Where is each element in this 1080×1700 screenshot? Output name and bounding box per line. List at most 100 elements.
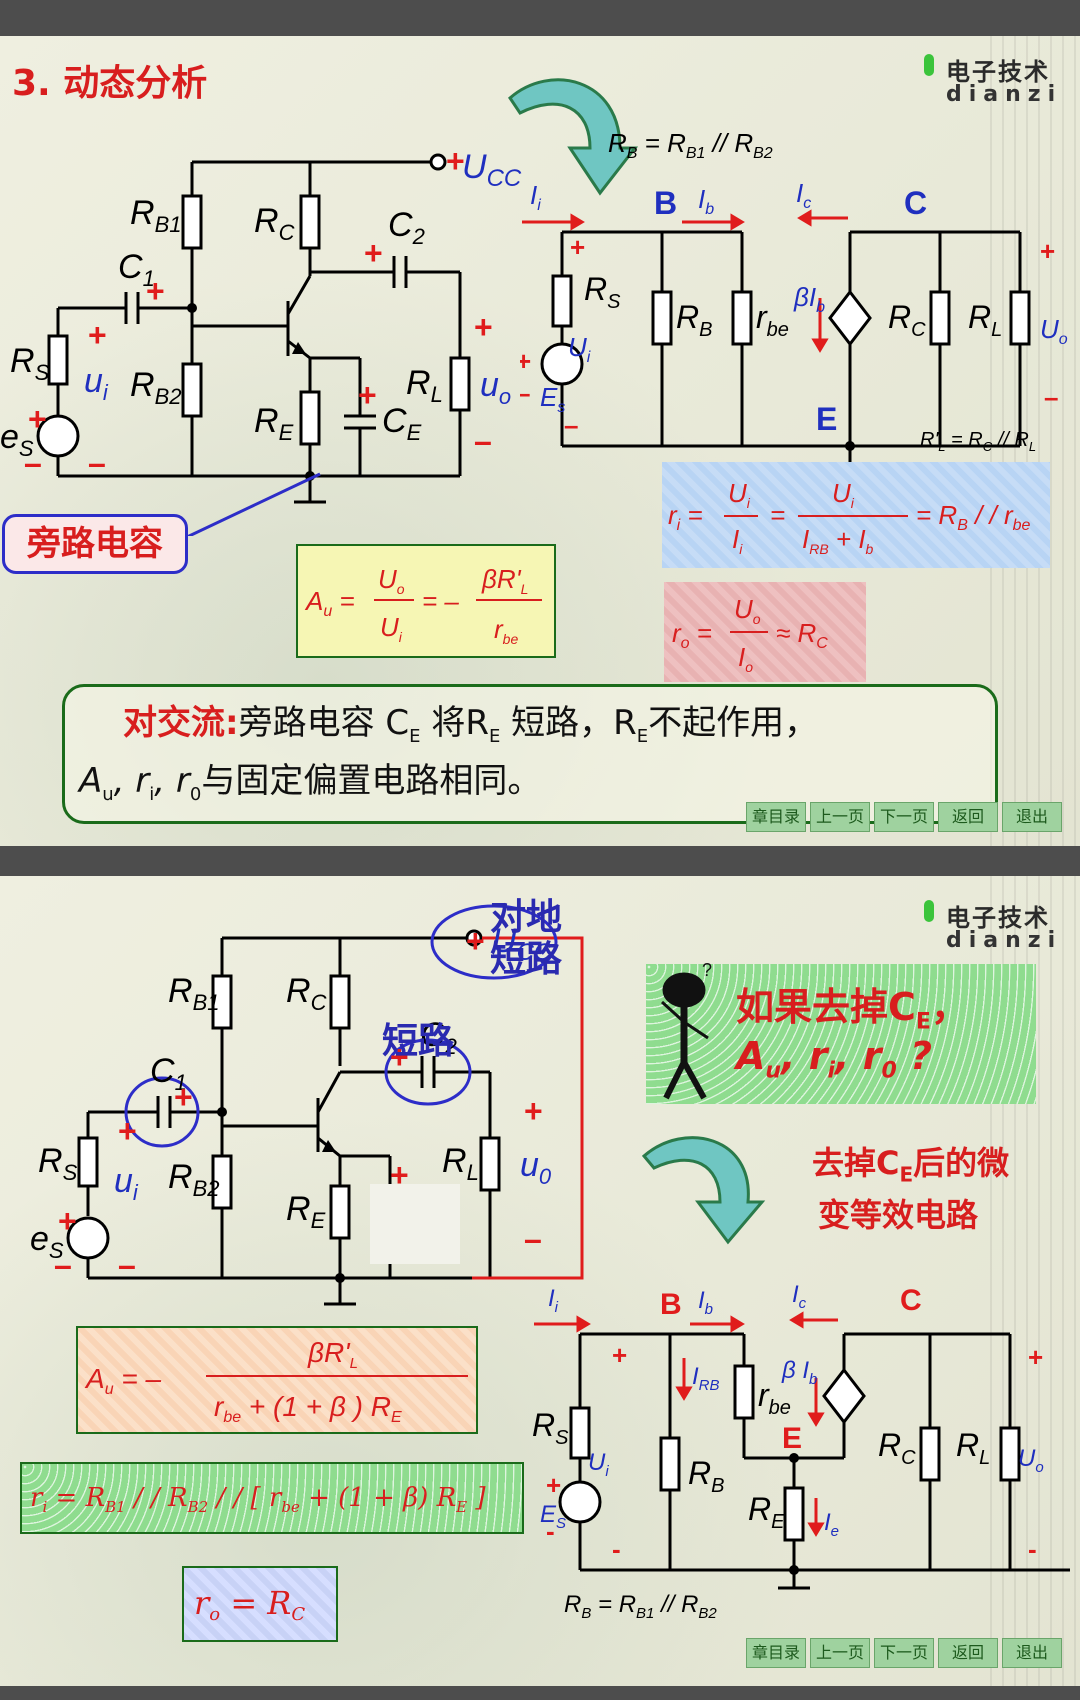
note-ro: , r: [154, 761, 190, 801]
svg-text:-: -: [612, 1534, 621, 1564]
output-resistance-formula-2: ro = RC: [194, 1584, 305, 1625]
ro-formula-box-2: ro = RC: [182, 1566, 338, 1642]
svg-text:RL: RL: [406, 364, 443, 407]
svg-text:=: =: [770, 500, 785, 530]
question-ro: , r: [835, 1034, 882, 1078]
small-signal-equivalent-circuit: Ii Ib Ic Ui Es βIb Uo B C E RS RB rbe RC…: [520, 128, 1068, 466]
prev-page-button[interactable]: 上一页: [810, 802, 870, 832]
voltage-gain-formula-2: Au = – βR'L rbe + (1 + β ) RE: [84, 1337, 468, 1426]
svg-text:+: +: [524, 1093, 543, 1129]
svg-text:RB: RB: [688, 1455, 724, 1497]
svg-text:ro =: ro =: [672, 618, 712, 652]
equiv-desc-b: 后的微: [913, 1144, 1010, 1182]
svg-text:RS: RS: [532, 1407, 569, 1449]
svg-text:RL: RL: [442, 1142, 479, 1185]
svg-text:+: +: [364, 235, 383, 271]
slide-2: 电子技术 dianzi RB1 RB2 RC RE C1 C2 RL RS eS…: [0, 876, 1080, 1686]
svg-text:CE: CE: [382, 402, 422, 445]
svg-text:+: +: [58, 1203, 77, 1239]
svg-text:RE: RE: [254, 402, 294, 445]
svg-text:Ii: Ii: [530, 180, 541, 214]
question-text-b: ，: [930, 985, 969, 1029]
toc-button[interactable]: 章目录: [746, 1638, 806, 1668]
output-resistance-formula: ro = Uo Io ≈ RC: [672, 594, 828, 675]
svg-text:+: +: [1028, 1342, 1043, 1372]
svg-text:B: B: [654, 185, 677, 221]
svg-text:+: +: [146, 273, 165, 309]
svg-text:= –: = –: [422, 586, 459, 616]
svg-text:–: –: [520, 378, 530, 408]
note-line-1: 对交流:旁路电容 CE 将RE 短路，RE不起作用，: [123, 703, 819, 747]
note-text-e: 与固定偏置电路相同。: [201, 761, 542, 801]
question-line-2: Au, ri, r0 ?: [736, 1034, 933, 1084]
svg-text:+: +: [612, 1340, 627, 1370]
svg-text:E: E: [816, 401, 837, 437]
svg-text:?: ?: [702, 960, 712, 980]
svg-text:RC: RC: [254, 202, 295, 245]
svg-text:+: +: [546, 1470, 561, 1500]
svg-text:RC: RC: [888, 299, 926, 341]
amplifier-circuit: RB1 RB2 RC RE C1 C2 CE RL RS eS ui uo UC…: [0, 143, 522, 536]
short-label: 短路: [382, 1021, 455, 1062]
svg-text:ui: ui: [114, 1162, 139, 1205]
logo-text-en: dianzi: [946, 928, 1063, 953]
thinking-figure-icon: ?: [660, 960, 712, 1100]
note-prefix: 对交流:: [123, 703, 239, 743]
svg-text:+: +: [570, 232, 585, 262]
logo-icon: [924, 900, 934, 922]
question-ri: , r: [781, 1034, 828, 1078]
question-mark: ?: [896, 1034, 933, 1078]
svg-text:–: –: [118, 1247, 136, 1283]
toc-button[interactable]: 章目录: [746, 802, 806, 832]
note-text-c: 短路，R: [511, 703, 637, 743]
svg-text:RE: RE: [748, 1491, 785, 1533]
svg-text:RE: RE: [286, 1190, 326, 1233]
svg-text:+: +: [390, 1157, 409, 1193]
svg-text:Ie: Ie: [824, 1509, 839, 1540]
svg-text:u0: u0: [520, 1146, 552, 1189]
svg-text:Ic: Ic: [796, 178, 811, 212]
next-page-button[interactable]: 下一页: [874, 802, 934, 832]
svg-text:–: –: [24, 445, 42, 481]
svg-text:Au = –: Au = –: [84, 1363, 162, 1398]
small-signal-equivalent-circuit-with-re: Ii Ib Ic IRB β Ib Ui ES Ie Uo B C E RS R…: [532, 1281, 1070, 1618]
svg-text:C2: C2: [388, 206, 425, 249]
svg-text:RL: RL: [968, 299, 1002, 341]
svg-text:Ii: Ii: [732, 524, 743, 557]
svg-text:≈ RC: ≈ RC: [776, 618, 828, 652]
svg-text:RL: RL: [956, 1427, 990, 1469]
exit-button[interactable]: 退出: [1002, 802, 1062, 832]
svg-text:rbe: rbe: [494, 614, 518, 647]
back-button[interactable]: 返回: [938, 1638, 998, 1668]
svg-text:RB = RB1 // RB2: RB = RB1 // RB2: [608, 128, 773, 162]
svg-text:β Ib: β Ib: [781, 1357, 817, 1388]
svg-text:Au =: Au =: [304, 586, 355, 620]
svg-text:ri = RB1 / / RB2 / / [ rbe + (: ri = RB1 / / RB2 / / [ rbe + (1 + β) RE …: [30, 1483, 486, 1516]
svg-text:–: –: [54, 1247, 72, 1283]
svg-text:Uo: Uo: [378, 564, 405, 597]
back-button[interactable]: 返回: [938, 802, 998, 832]
svg-text:R'L = RC // RL: R'L = RC // RL: [920, 429, 1036, 454]
prev-page-button[interactable]: 上一页: [810, 1638, 870, 1668]
exit-button[interactable]: 退出: [1002, 1638, 1062, 1668]
svg-text:+: +: [174, 1079, 193, 1115]
svg-text:IRB + Ib: IRB + Ib: [802, 524, 874, 557]
svg-text:+: +: [28, 401, 47, 437]
next-page-button[interactable]: 下一页: [874, 1638, 934, 1668]
svg-text:Ii: Ii: [548, 1285, 559, 1316]
svg-text:RS: RS: [38, 1142, 78, 1185]
svg-text:RS: RS: [10, 342, 50, 385]
svg-text:RS: RS: [584, 271, 621, 313]
svg-text:Ui: Ui: [728, 478, 751, 511]
svg-text:βR'L: βR'L: [481, 564, 528, 597]
svg-text:RB1: RB1: [130, 194, 181, 237]
question-au: A: [736, 1034, 766, 1078]
note-text-d: 不起作用，: [648, 703, 819, 743]
question-text-a: 如果去掉C: [736, 985, 916, 1029]
svg-text:βIb: βIb: [793, 282, 825, 316]
svg-text:Uo: Uo: [1018, 1445, 1044, 1476]
svg-text:+: +: [88, 317, 107, 353]
svg-text:+: +: [358, 377, 377, 413]
svg-text:+: +: [474, 309, 493, 345]
svg-text:uo: uo: [480, 366, 511, 409]
